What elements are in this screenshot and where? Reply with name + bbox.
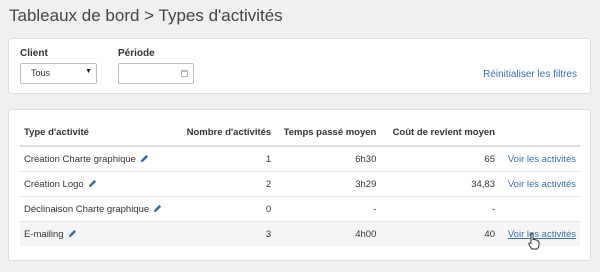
col-header-action xyxy=(498,120,580,147)
cell-cost: 40 xyxy=(380,221,499,246)
cell-time: 6h30 xyxy=(275,145,381,172)
activity-type-name: Création Logo xyxy=(24,178,84,190)
period-date-input[interactable] xyxy=(118,63,194,84)
cell-type: Déclinaison Charte graphique xyxy=(20,196,175,222)
cell-action xyxy=(498,196,580,222)
col-header-type: Type d'activité xyxy=(20,120,175,147)
activity-type-name: E-mailing xyxy=(24,228,64,240)
client-label: Client xyxy=(20,48,48,59)
cell-cost: 34,83 xyxy=(380,171,499,197)
client-select-value: Tous xyxy=(31,68,51,78)
cell-time: 4h00 xyxy=(275,221,381,246)
period-label: Période xyxy=(118,48,155,59)
col-header-time: Temps passé moyen xyxy=(275,120,381,147)
pencil-icon[interactable] xyxy=(88,179,97,188)
cell-count: 3 xyxy=(174,221,276,246)
page-title: Tableaux de bord > Types d'activités xyxy=(9,6,283,25)
table-row: Déclinaison Charte graphique 0 - - xyxy=(20,196,580,222)
hand-cursor-icon xyxy=(528,233,540,250)
cell-type: E-mailing xyxy=(20,221,175,246)
table-row: E-mailing 3 4h00 40 Voir les activités xyxy=(20,221,580,246)
table-row: Création Charte graphique 1 6h30 65 Voir… xyxy=(20,145,580,172)
cell-time: - xyxy=(275,196,381,222)
caret-down-icon: ▼ xyxy=(85,68,92,75)
cell-time: 3h29 xyxy=(275,171,381,197)
view-activities-link[interactable]: Voir les activités xyxy=(508,229,576,240)
filters-panel: Client Tous ▼ Période Réinitialiser les … xyxy=(8,38,591,94)
cell-action: Voir les activités xyxy=(498,171,580,197)
cell-type: Création Logo xyxy=(20,171,175,197)
cell-count: 0 xyxy=(174,196,276,222)
pencil-icon[interactable] xyxy=(68,229,77,238)
table-row: Création Logo 2 3h29 34,83 Voir les acti… xyxy=(20,171,580,197)
activity-type-name: Déclinaison Charte graphique xyxy=(24,203,150,215)
col-header-cost: Coût de revient moyen xyxy=(380,120,499,147)
col-header-count: Nombre d'activités xyxy=(174,120,276,147)
calendar-icon xyxy=(181,70,188,77)
pencil-icon[interactable] xyxy=(140,154,149,163)
view-activities-link[interactable]: Voir les activités xyxy=(508,154,576,165)
results-panel: Type d'activité Nombre d'activités Temps… xyxy=(8,109,591,261)
activity-types-table: Type d'activité Nombre d'activités Temps… xyxy=(20,120,580,246)
client-select[interactable]: Tous ▼ xyxy=(20,63,97,84)
cell-type: Création Charte graphique xyxy=(20,145,175,172)
activity-type-name: Création Charte graphique xyxy=(24,153,136,165)
reset-filters-link[interactable]: Réinitialiser les filtres xyxy=(483,69,577,80)
table-header-row: Type d'activité Nombre d'activités Temps… xyxy=(20,120,580,147)
cell-count: 2 xyxy=(174,171,276,197)
cell-cost: - xyxy=(380,196,499,222)
cell-count: 1 xyxy=(174,145,276,172)
view-activities-link[interactable]: Voir les activités xyxy=(508,179,576,190)
cell-action: Voir les activités xyxy=(498,145,580,172)
cell-cost: 65 xyxy=(380,145,499,172)
pencil-icon[interactable] xyxy=(153,204,162,213)
